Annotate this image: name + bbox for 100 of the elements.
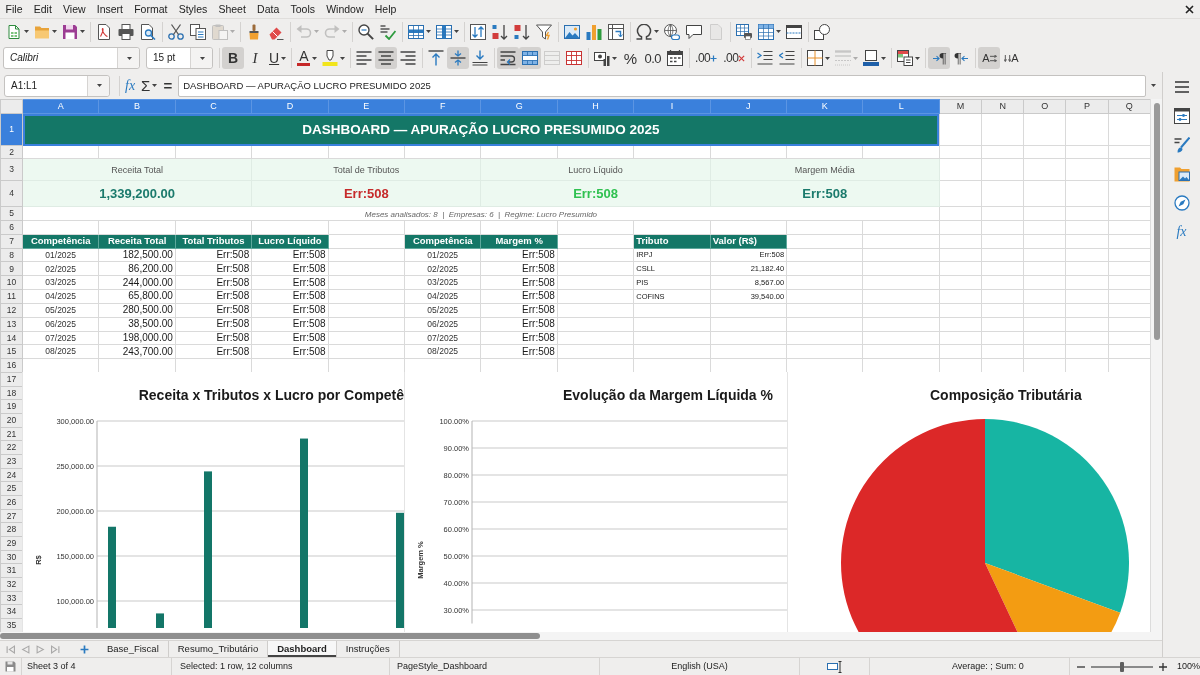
menu-item[interactable]: Sheet (212, 0, 252, 18)
border-color-button[interactable] (860, 47, 889, 69)
text-top-to-bottom-button[interactable]: A (1000, 47, 1023, 69)
table-cell: 280,500.00 (98, 303, 176, 318)
bold-button[interactable]: B (222, 47, 244, 69)
caret-icon[interactable] (80, 30, 85, 33)
column-header[interactable]: L (862, 99, 940, 114)
right-to-left-button[interactable]: ¶ (950, 47, 973, 69)
caret-icon[interactable] (200, 56, 205, 60)
right-arrows-icon[interactable] (989, 54, 997, 62)
caret-icon[interactable] (52, 30, 57, 33)
row-header[interactable]: 1 (0, 113, 23, 146)
caret-icon[interactable] (281, 56, 287, 60)
column-header[interactable]: M (939, 99, 982, 114)
row-header[interactable]: 3 (0, 158, 23, 181)
caret-icon[interactable] (776, 30, 781, 33)
column-header[interactable]: F (404, 99, 481, 114)
text-left-to-right-button[interactable]: A (978, 47, 1001, 69)
caret-icon[interactable] (312, 56, 318, 60)
column-header[interactable]: I (633, 99, 711, 114)
borders-button[interactable] (804, 47, 833, 69)
function-wizard-button[interactable]: fx (122, 74, 139, 97)
italic-button[interactable]: I (244, 47, 266, 69)
column-header[interactable]: Q (1108, 99, 1150, 114)
sheet-tab[interactable]: Instruções (336, 641, 400, 657)
formula-input[interactable]: DASHBOARD — APURAÇÃO LUCRO PRESUMIDO 2025 (178, 74, 1147, 97)
currency-icon[interactable] (594, 50, 611, 66)
caret-icon[interactable] (612, 56, 618, 60)
sheet-tab[interactable]: Base_Fiscal (98, 641, 169, 657)
column-header[interactable]: C (175, 99, 252, 114)
table-columns-icon[interactable] (436, 23, 452, 40)
column-header[interactable]: A (22, 99, 99, 114)
formula-button[interactable]: = (160, 74, 176, 97)
omega-icon[interactable] (636, 23, 652, 40)
menu-item[interactable]: Data (251, 0, 285, 18)
caret-icon[interactable] (152, 84, 158, 87)
font-size-box[interactable]: 15 pt (146, 47, 213, 69)
sum-button[interactable]: Σ (138, 74, 161, 97)
table-rows-icon[interactable] (408, 23, 424, 40)
functions-button[interactable]: fx (1169, 220, 1194, 244)
column-header[interactable]: D (251, 99, 329, 114)
caret-icon[interactable] (915, 56, 921, 60)
column-header[interactable]: K (786, 99, 863, 114)
border-color-icon[interactable] (863, 50, 880, 66)
row-header[interactable]: 4 (0, 180, 23, 207)
sheet-tab[interactable]: Dashboard (268, 641, 337, 657)
spreadsheet-icon[interactable] (6, 23, 22, 40)
column-header[interactable]: G (480, 99, 558, 114)
plus-icon[interactable] (710, 54, 718, 62)
caret-icon[interactable] (24, 30, 29, 33)
borders-icon[interactable] (807, 50, 824, 66)
caret-icon[interactable] (97, 84, 102, 87)
freeze-rows-icon[interactable] (758, 23, 774, 40)
caret-icon[interactable] (654, 30, 659, 33)
left-to-right-button[interactable]: ¶ (928, 47, 951, 69)
menu-item[interactable]: Format (128, 0, 174, 18)
conditional-format-icon[interactable] (897, 50, 914, 66)
caret-icon[interactable] (881, 56, 887, 60)
right-arrow-icon[interactable] (932, 54, 940, 62)
column-header[interactable]: B (98, 99, 176, 114)
column-header[interactable]: E (328, 99, 405, 114)
menu-item[interactable]: Styles (173, 0, 213, 18)
menu-item[interactable]: Help (369, 0, 402, 18)
column-header[interactable]: H (557, 99, 634, 114)
menu-item[interactable]: Tools (284, 0, 321, 18)
caret-icon[interactable] (340, 56, 346, 60)
down-arrows-icon[interactable] (1004, 54, 1012, 62)
column-header[interactable]: J (710, 99, 787, 114)
conditional-button[interactable] (894, 47, 923, 69)
table-cell: Err:508 (480, 344, 558, 359)
caret-icon[interactable] (127, 56, 132, 60)
caret-icon[interactable] (454, 30, 459, 33)
menu-item[interactable]: File (0, 0, 29, 18)
caret-icon[interactable] (426, 30, 431, 33)
name-box[interactable]: A1:L1 (4, 74, 110, 97)
menu-item[interactable]: Window (320, 0, 370, 18)
left-arrow-icon[interactable] (961, 54, 969, 62)
caret-icon[interactable] (825, 56, 831, 60)
close-icon[interactable] (1185, 4, 1194, 14)
column-header[interactable]: O (1023, 99, 1066, 114)
caret-icon[interactable] (1151, 84, 1157, 87)
number-format-button[interactable]: 0.0 (641, 47, 665, 69)
font-name-box[interactable]: Calibri (3, 47, 140, 69)
scrollbar-thumb[interactable] (1153, 103, 1160, 340)
menu-item[interactable]: Insert (91, 0, 129, 18)
highlighter-icon[interactable] (322, 50, 339, 66)
column-header[interactable]: P (1065, 99, 1109, 114)
delete-decimal-button[interactable]: .00 (720, 47, 749, 69)
percent-button[interactable]: % (619, 47, 642, 69)
table-cell: 05/2025 (22, 303, 99, 318)
selection-mode-icon[interactable] (826, 659, 843, 674)
column-header[interactable]: N (981, 99, 1024, 114)
scrollbar-thumb[interactable] (0, 633, 540, 639)
font-color-button[interactable]: A (294, 47, 320, 69)
cross-icon[interactable] (738, 54, 746, 62)
menu-item[interactable]: Edit (28, 0, 58, 18)
menu-item[interactable]: View (57, 0, 92, 18)
add-decimal-button[interactable]: .00 (692, 47, 721, 69)
slider-thumb[interactable] (1120, 661, 1124, 672)
underline-button[interactable]: U (266, 47, 289, 69)
